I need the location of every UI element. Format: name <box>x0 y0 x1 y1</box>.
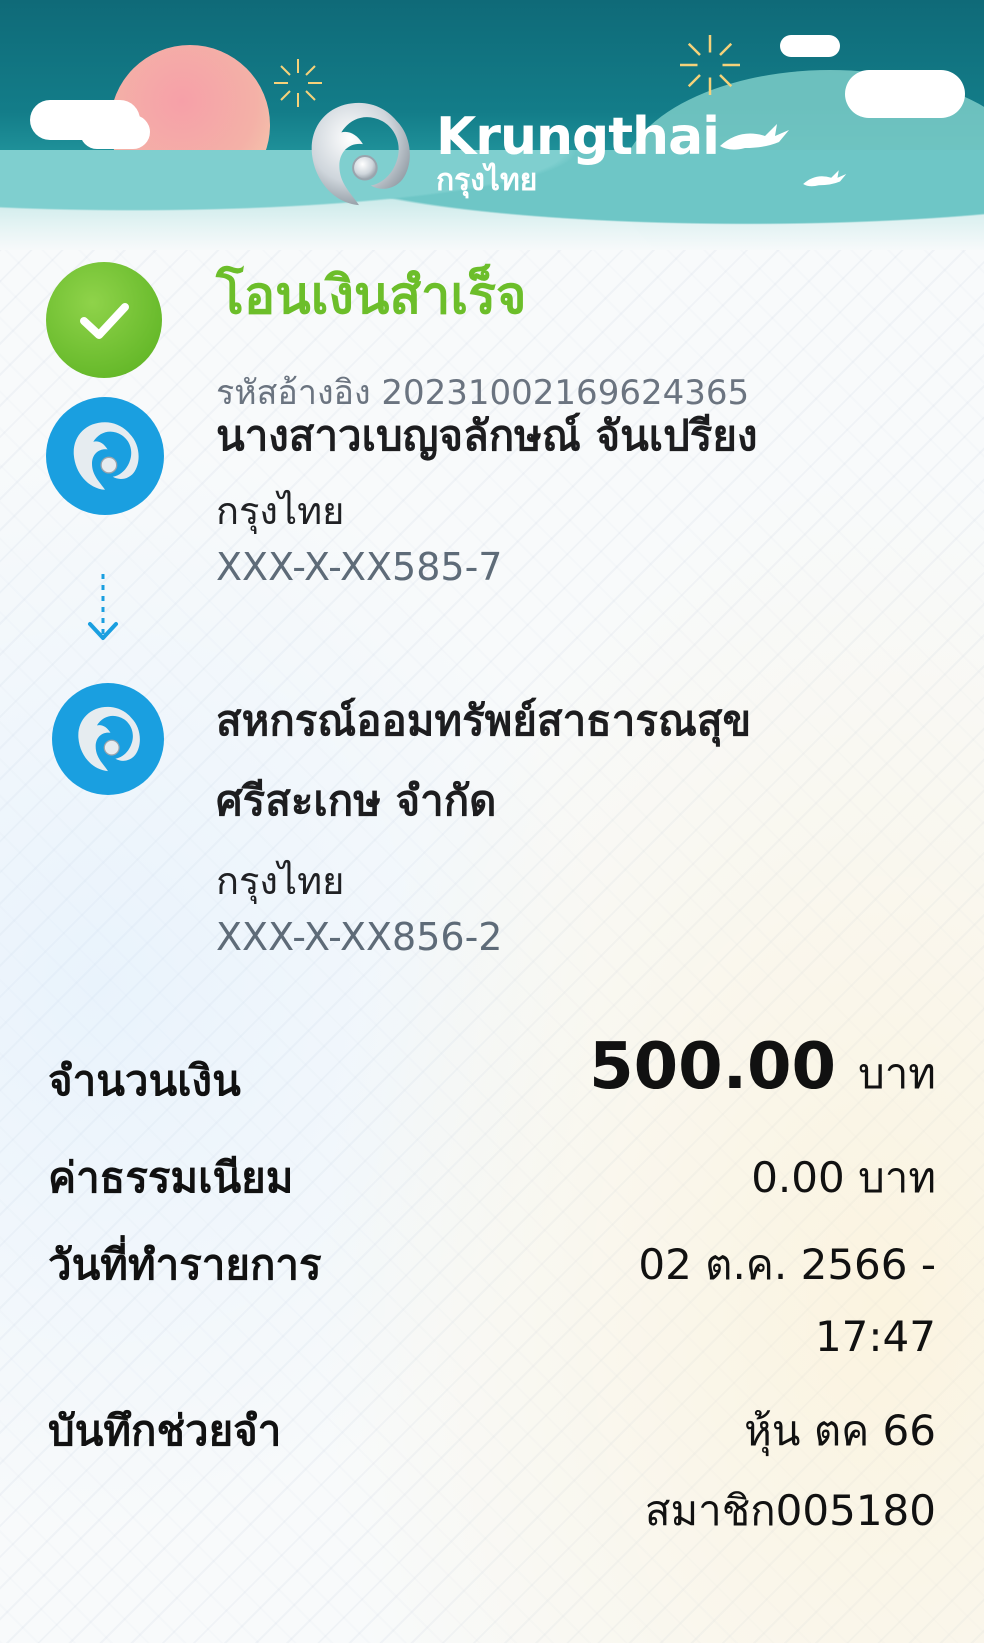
date-value-line2: 17:47 <box>814 1312 936 1361</box>
rabbit-icon <box>720 124 789 150</box>
memo-label: บันทึกช่วยจำ <box>48 1406 282 1455</box>
sender-bank-name: กรุงไทย <box>216 489 345 533</box>
recipient-name-line1: สหกรณ์ออมทรัพย์สาธารณสุข <box>216 696 752 745</box>
sender-account: XXX-X-XX585-7 <box>216 545 503 589</box>
fee-label: ค่าธรรมเนียม <box>48 1153 294 1202</box>
memo-value-line2: สมาชิก005180 <box>644 1486 936 1535</box>
cloud-decoration <box>845 70 965 118</box>
amount-value-group: 500.00 บาท <box>589 1030 936 1107</box>
recipient-account: XXX-X-XX856-2 <box>216 915 503 959</box>
status-title: โอนเงินสำเร็จ <box>216 266 527 326</box>
amount-unit: บาท <box>858 1049 936 1098</box>
amount-value: 500.00 <box>589 1030 837 1104</box>
krungthai-logo: Krungthai กรุงไทย <box>300 95 720 213</box>
rabbit-icon <box>803 170 847 187</box>
krungthai-bird-icon <box>311 102 410 206</box>
firework-icon <box>680 35 740 95</box>
date-label: วันที่ทำรายการ <box>48 1240 322 1289</box>
date-value-line1: 02 ต.ค. 2566 - <box>638 1240 936 1289</box>
cloud-decoration <box>780 35 840 57</box>
arrow-down-icon <box>88 574 118 640</box>
cloud-decoration <box>80 115 150 149</box>
amount-label: จำนวนเงิน <box>48 1056 241 1105</box>
header-banner: Krungthai กรุงไทย <box>0 0 984 250</box>
memo-value-line1: หุ้น ตค 66 <box>744 1406 936 1455</box>
recipient-bank-name: กรุงไทย <box>216 859 345 903</box>
check-circle-icon <box>46 262 162 378</box>
sender-bank-icon <box>46 397 164 515</box>
recipient-bank-icon <box>52 683 164 795</box>
sender-name: นางสาวเบญจลักษณ์ จันเปรียง <box>216 411 758 460</box>
brand-name-th: กรุงไทย <box>436 163 538 198</box>
brand-name-en: Krungthai <box>436 107 720 167</box>
recipient-name-line2: ศรีสะเกษ จำกัด <box>216 776 497 825</box>
fee-value: 0.00 บาท <box>751 1153 936 1202</box>
